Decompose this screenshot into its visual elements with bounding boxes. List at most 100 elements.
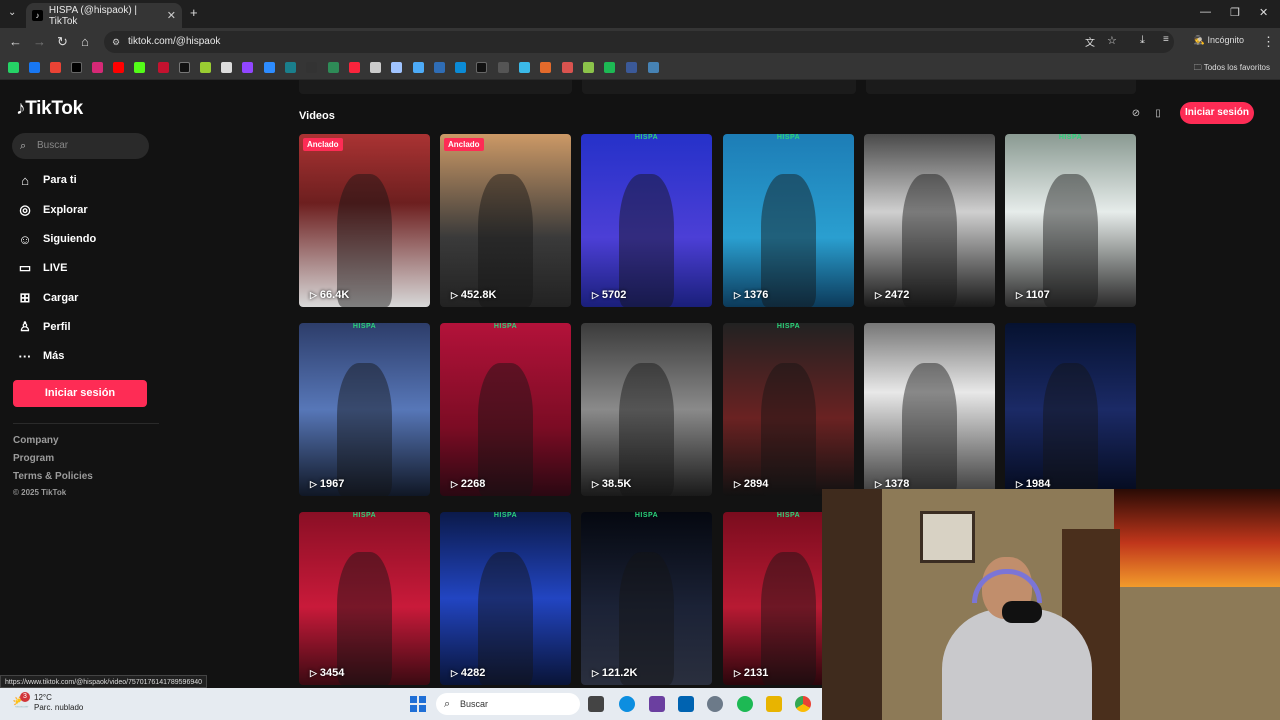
view-count-value: 2894	[743, 478, 769, 490]
nav-live[interactable]: ▭ LIVE	[16, 257, 68, 279]
bookmark-arrow-icon[interactable]	[455, 62, 466, 73]
back-icon[interactable]: ←	[9, 34, 22, 49]
bookmark-lime-icon[interactable]	[583, 62, 594, 73]
spotify-icon[interactable]	[737, 696, 753, 712]
taskbar-search[interactable]: ⌕ Buscar	[436, 693, 580, 715]
nav-perfil[interactable]: ♙ Perfil	[16, 316, 70, 338]
video-card[interactable]: HISPA ▷ 4282	[440, 512, 571, 685]
bookmark-dark-icon[interactable]	[306, 62, 317, 73]
file-explorer-icon[interactable]	[766, 696, 782, 712]
footer-terms[interactable]: Terms & Policies	[13, 471, 93, 482]
windows-start-icon[interactable]	[410, 696, 426, 712]
video-card[interactable]: HISPA ▷ 1967	[299, 323, 430, 496]
sidebar-login-button[interactable]: Iniciar sesión	[13, 380, 147, 407]
nav-para-ti[interactable]: ⌂ Para ti	[16, 169, 77, 191]
media-icon[interactable]: ≡	[1163, 34, 1169, 45]
video-card[interactable]: Anclado ▷ 66.4K	[299, 134, 430, 307]
video-thumbnail-figure	[619, 363, 674, 496]
footer-program[interactable]: Program	[13, 453, 54, 464]
nav-mas[interactable]: ··· Más	[16, 345, 65, 367]
settings-icon[interactable]	[707, 696, 723, 712]
home-browser-icon[interactable]: ⌂	[81, 34, 89, 49]
browser-tab[interactable]: ♪ HISPA (@hispaok) | TikTok ✕	[26, 3, 182, 28]
all-bookmarks[interactable]: 🗀 Todos los favoritos	[1194, 62, 1270, 76]
video-card[interactable]: HISPA ▷ 5702	[581, 134, 712, 307]
video-card[interactable]: HISPA ▷ 1107	[1005, 134, 1136, 307]
tab-list-icon[interactable]: ⌄	[8, 7, 16, 18]
video-card[interactable]: ▷ 2472	[864, 134, 995, 307]
bookmark-orange-icon[interactable]	[540, 62, 551, 73]
bookmark-navy-icon[interactable]	[626, 62, 637, 73]
search-input[interactable]: ⌕ Buscar	[12, 133, 149, 159]
bookmarks-bar: 🗀 Todos los favoritos	[0, 56, 1280, 80]
footer-company[interactable]: Company	[13, 435, 59, 446]
header-login-button[interactable]: Iniciar sesión	[1180, 102, 1254, 124]
tiktok-logo[interactable]: ♪TikTok	[16, 98, 83, 120]
nav-explorar[interactable]: ◎ Explorar	[16, 199, 87, 221]
forward-icon[interactable]: →	[33, 34, 46, 49]
video-card[interactable]: ▷ 1378	[864, 323, 995, 496]
weather-widget[interactable]: 12°C Parc. nublado	[34, 693, 83, 713]
bookmark-gray-icon[interactable]	[498, 62, 509, 73]
bookmark-mail-icon[interactable]	[562, 62, 573, 73]
bookmark-youtube-icon[interactable]	[113, 62, 124, 73]
video-card[interactable]: ▷ 38.5K	[581, 323, 712, 496]
view-count-value: 66.4K	[319, 289, 350, 301]
bookmark-blue-icon[interactable]	[391, 62, 402, 73]
bookmark-black-icon[interactable]	[476, 62, 487, 73]
download-icon[interactable]: ⤓	[1140, 34, 1145, 47]
minimize-icon[interactable]: —	[1200, 6, 1211, 18]
phone-icon[interactable]: ▯	[1150, 106, 1166, 122]
bookmark-play-icon[interactable]	[264, 62, 275, 73]
new-tab-button[interactable]: +	[190, 5, 198, 20]
bookmark-music-icon[interactable]	[349, 62, 360, 73]
bookmark-chat-icon[interactable]	[328, 62, 339, 73]
app-purple-icon[interactable]	[649, 696, 665, 712]
view-count: ▷ 5702	[592, 289, 626, 301]
bookmark-star-icon[interactable]: ☆	[1107, 34, 1117, 47]
video-card[interactable]: HISPA ▷ 121.2K	[581, 512, 712, 685]
incognito-badge[interactable]: 🕵 Incógnito	[1194, 35, 1244, 46]
bookmark-teal-icon[interactable]	[285, 62, 296, 73]
bookmark-cyan-icon[interactable]	[519, 62, 530, 73]
bookmark-tiktok-icon[interactable]	[179, 62, 190, 73]
video-card[interactable]: HISPA ▷ 1376	[723, 134, 854, 307]
bookmark-openai-icon[interactable]	[370, 62, 381, 73]
bookmark-twitch-icon[interactable]	[242, 62, 253, 73]
close-window-icon[interactable]: ✕	[1259, 6, 1268, 19]
bookmark-red-icon[interactable]	[158, 62, 169, 73]
bookmark-shield-icon[interactable]	[434, 62, 445, 73]
bookmark-gmail-icon[interactable]	[50, 62, 61, 73]
edge-icon[interactable]	[619, 696, 635, 712]
profile-icon: ♙	[19, 319, 31, 334]
video-card[interactable]: HISPA ▷ 3454	[299, 512, 430, 685]
bookmark-cloud-icon[interactable]	[413, 62, 424, 73]
bookmark-spotify-icon[interactable]	[604, 62, 615, 73]
bookmark-instagram-icon[interactable]	[92, 62, 103, 73]
bookmark-whatsapp-icon[interactable]	[8, 62, 19, 73]
bookmark-grid-icon[interactable]	[221, 62, 232, 73]
bookmark-kick-icon[interactable]	[134, 62, 145, 73]
nav-cargar[interactable]: ⊞ Cargar	[16, 287, 79, 309]
tiktok-favicon-icon: ♪	[32, 10, 43, 21]
video-card[interactable]: ▷ 1984	[1005, 323, 1136, 496]
restore-icon[interactable]: ❐	[1230, 6, 1240, 19]
bookmark-facebook-icon[interactable]	[29, 62, 40, 73]
nav-siguiendo[interactable]: ☺ Siguiendo	[16, 228, 96, 250]
tv-mode-icon[interactable]: ⊘	[1128, 106, 1144, 122]
bookmark-green-icon[interactable]	[200, 62, 211, 73]
url-field[interactable]: ⚙ tiktok.com/@hispaok	[104, 31, 1174, 53]
video-card[interactable]: HISPA ▷ 2268	[440, 323, 571, 496]
bookmark-x-icon[interactable]	[71, 62, 82, 73]
reload-icon[interactable]: ↻	[57, 34, 68, 50]
bookmark-steel-icon[interactable]	[648, 62, 659, 73]
translate-icon[interactable]: 文	[1085, 34, 1095, 49]
menu-kebab-icon[interactable]: ⋮	[1262, 34, 1275, 50]
task-view-icon[interactable]	[588, 696, 604, 712]
site-info-icon[interactable]: ⚙	[112, 31, 120, 53]
store-icon[interactable]	[678, 696, 694, 712]
tab-close-icon[interactable]: ✕	[167, 9, 176, 22]
video-card[interactable]: HISPA ▷ 2894	[723, 323, 854, 496]
chrome-icon[interactable]	[795, 696, 811, 712]
video-card[interactable]: Anclado ▷ 452.8K	[440, 134, 571, 307]
